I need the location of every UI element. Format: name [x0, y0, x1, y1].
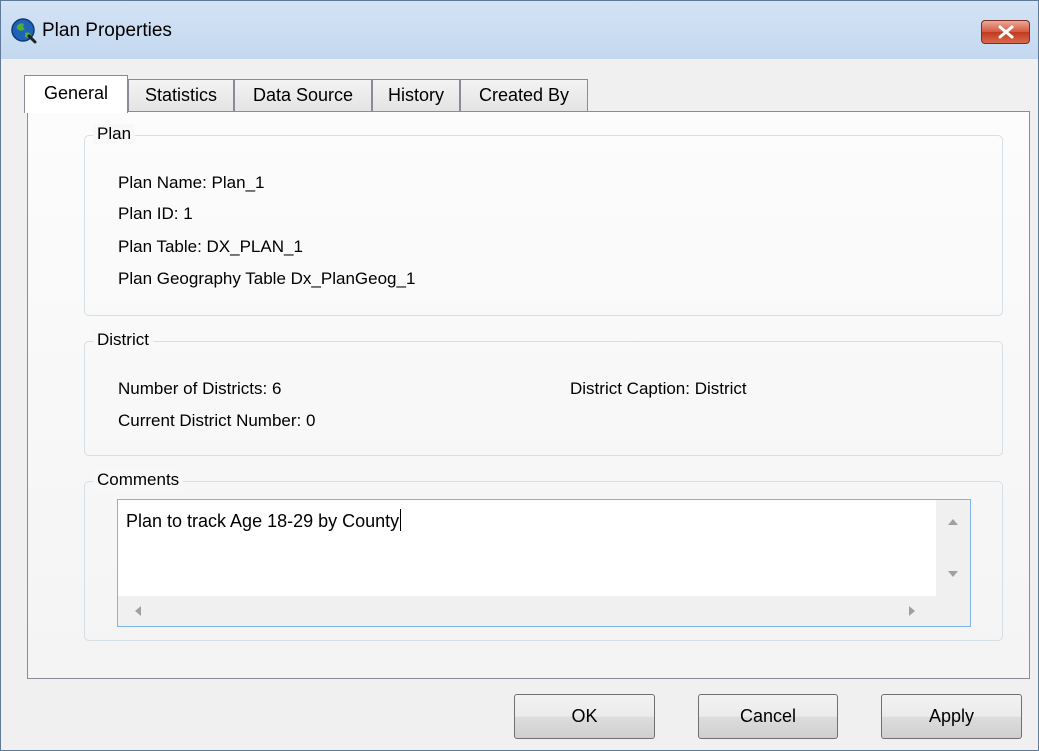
plan-group-legend: Plan — [93, 124, 136, 144]
plan-table-label: Plan Table: DX_PLAN_1 — [118, 237, 303, 256]
plan-id-label: Plan ID: 1 — [118, 204, 193, 223]
scroll-up-icon[interactable] — [948, 518, 958, 526]
plan-properties-dialog: Plan Properties General Statistics Data … — [0, 0, 1039, 751]
apply-button[interactable]: Apply — [881, 694, 1022, 739]
scroll-corner — [936, 596, 970, 626]
cancel-button[interactable]: Cancel — [698, 694, 838, 739]
horizontal-scrollbar[interactable] — [118, 596, 936, 626]
tab-history[interactable]: History — [372, 79, 460, 112]
close-icon — [998, 25, 1014, 39]
ok-button[interactable]: OK — [514, 694, 655, 739]
comments-textarea[interactable]: Plan to track Age 18-29 by County — [117, 499, 971, 627]
vertical-scrollbar[interactable] — [936, 500, 970, 596]
district-caption-label: District Caption: District — [570, 379, 747, 398]
tab-data-source[interactable]: Data Source — [234, 79, 372, 112]
tab-created-by[interactable]: Created By — [460, 79, 588, 112]
plan-name-label: Plan Name: Plan_1 — [118, 173, 265, 192]
scroll-down-icon[interactable] — [948, 570, 958, 578]
scroll-left-icon[interactable] — [134, 606, 142, 616]
tab-general[interactable]: General — [24, 75, 128, 113]
close-button[interactable] — [981, 20, 1030, 44]
tab-strip: General Statistics Data Source History C… — [24, 75, 724, 113]
tab-statistics[interactable]: Statistics — [128, 79, 234, 112]
current-district-number-label: Current District Number: 0 — [118, 411, 316, 430]
number-of-districts-label: Number of Districts: 6 — [118, 379, 282, 398]
globe-icon — [11, 18, 37, 44]
scroll-right-icon[interactable] — [908, 606, 916, 616]
title-bar: Plan Properties — [1, 1, 1038, 59]
comments-group-legend: Comments — [93, 470, 184, 490]
district-group-legend: District — [93, 330, 153, 350]
window-title: Plan Properties — [42, 20, 172, 41]
text-caret — [400, 509, 402, 531]
plan-geography-table-label: Plan Geography Table Dx_PlanGeog_1 — [118, 269, 416, 288]
comments-text: Plan to track Age 18-29 by County — [126, 509, 402, 531]
